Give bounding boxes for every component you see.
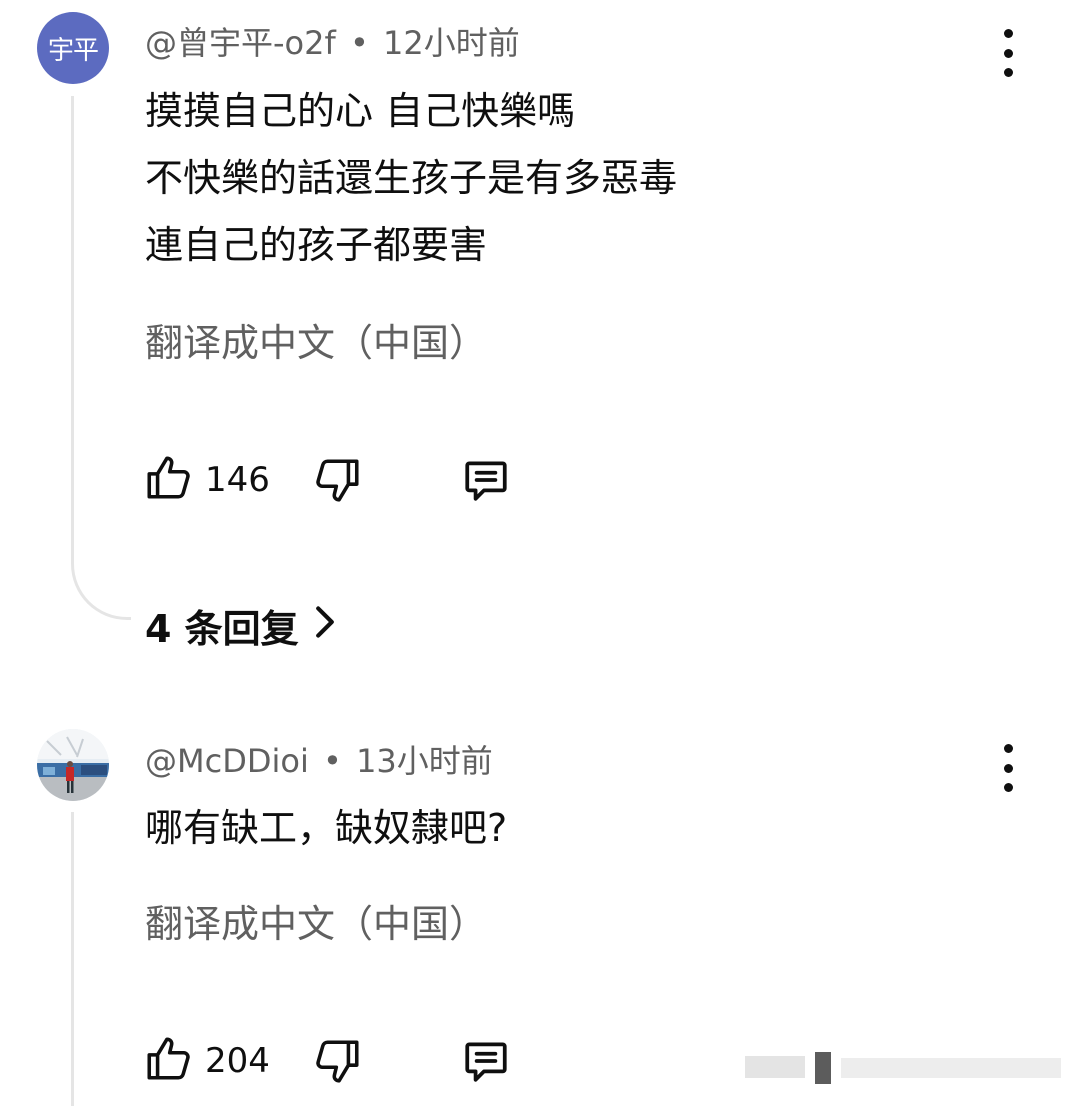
meta-separator: •: [349, 24, 369, 62]
translate-link[interactable]: 翻译成中文（中国）: [145, 312, 487, 367]
author-handle[interactable]: @McDDioi: [145, 742, 309, 780]
thread-line: [71, 812, 74, 1106]
avatar[interactable]: 宇平: [37, 12, 109, 84]
author-handle[interactable]: @曾宇平-o2f: [145, 24, 336, 62]
avatar-initials: 宇平: [47, 35, 99, 66]
more-options-icon[interactable]: [996, 29, 1020, 77]
thread-line: [71, 96, 74, 562]
comment-text-line: 哪有缺工，缺奴隸吧?: [145, 806, 508, 850]
comment-text-line: 連自己的孩子都要害: [145, 223, 488, 267]
comment-text-line: 不快樂的話還生孩子是有多惡毒: [145, 156, 678, 200]
comment-meta: @McDDioi • 13小时前: [145, 736, 493, 782]
reply-icon[interactable]: [461, 455, 511, 505]
replies-label: 4 条回复: [145, 607, 299, 651]
comment-meta: @曾宇平-o2f • 12小时前: [145, 18, 520, 64]
more-options-icon[interactable]: [996, 744, 1020, 792]
translate-link[interactable]: 翻译成中文（中国）: [145, 893, 487, 948]
chevron-right-icon: [313, 604, 337, 648]
like-icon[interactable]: [143, 453, 193, 503]
meta-separator: •: [323, 742, 342, 780]
watermark: [745, 1048, 1065, 1088]
reply-icon[interactable]: [461, 1036, 511, 1086]
view-replies-button[interactable]: 4 条回复: [145, 598, 337, 653]
like-count: 204: [205, 1041, 270, 1081]
avatar[interactable]: [37, 729, 109, 801]
dislike-icon[interactable]: [313, 1036, 363, 1086]
timestamp: 12小时前: [382, 24, 520, 62]
timestamp: 13小时前: [356, 742, 493, 780]
like-icon[interactable]: [143, 1034, 193, 1084]
comment-text-line: 摸摸自己的心 自己快樂嗎: [145, 89, 576, 133]
dislike-icon[interactable]: [313, 455, 363, 505]
thread-connector: [71, 560, 131, 620]
like-count: 146: [205, 460, 270, 500]
